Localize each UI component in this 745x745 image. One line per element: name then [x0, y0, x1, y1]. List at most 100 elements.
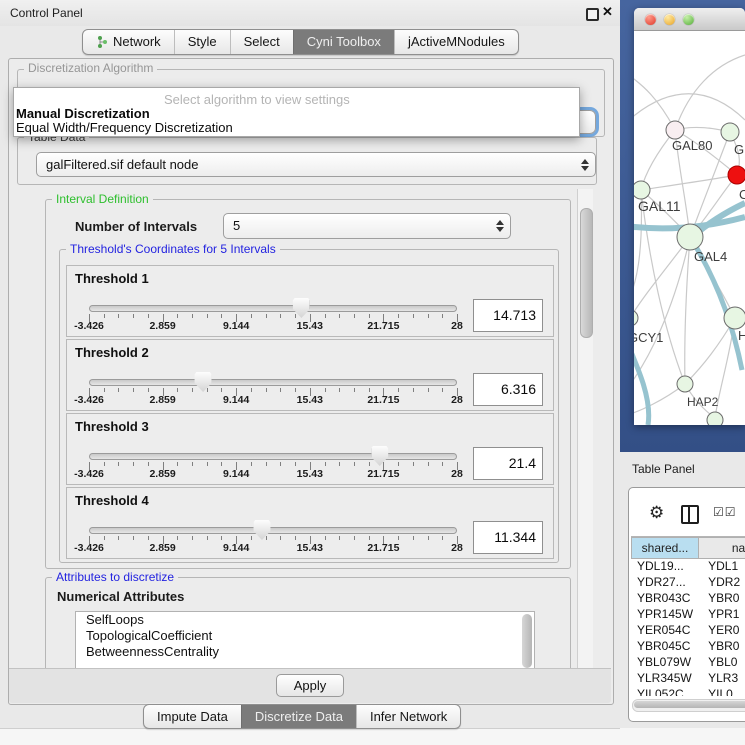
table-cell: YDL19... [631, 558, 702, 574]
threshold-label: Threshold 2 [75, 345, 149, 360]
hscrollbar-thumb[interactable] [634, 701, 745, 708]
algorithm-option[interactable]: Manual Discretization [16, 106, 150, 121]
tab-label: Infer Network [370, 705, 447, 728]
tick-mark [442, 388, 443, 392]
tab-label: jActiveMNodules [408, 30, 505, 54]
tab-infer-network[interactable]: Infer Network [356, 705, 460, 728]
table-panel-title: Table Panel [632, 462, 695, 476]
tick-mark [148, 388, 149, 392]
close-traffic-light[interactable] [645, 14, 656, 25]
table-data-group: Table Data galFiltered.sif default node [17, 137, 597, 185]
gal80-node[interactable] [666, 121, 684, 139]
threshold-value-field[interactable]: 14.713 [473, 299, 543, 332]
slider-thumb[interactable] [195, 372, 212, 392]
tab-style[interactable]: Style [174, 30, 230, 54]
table-row[interactable]: YPR145WYPR1 [631, 606, 745, 622]
numerical-attributes-label: Numerical Attributes [57, 589, 184, 604]
node-label: H [738, 328, 745, 343]
settings-scrollbar[interactable] [577, 189, 593, 669]
tab-label: Discretize Data [255, 705, 343, 728]
thresholds-group-label: Threshold's Coordinates for 5 Intervals [66, 242, 280, 256]
tab-network[interactable]: Network [83, 30, 174, 54]
threshold-value-field[interactable]: 6.316 [473, 373, 543, 406]
algorithm-option[interactable]: Equal Width/Frequency Discretization [16, 120, 233, 135]
red-node[interactable] [728, 166, 745, 184]
column-header[interactable]: shared... [631, 537, 699, 559]
gal11-node[interactable] [634, 181, 650, 199]
slider-track[interactable] [89, 379, 457, 386]
scale-label: 15.43 [297, 320, 323, 332]
attribute-item[interactable]: BetweennessCentrality [76, 644, 534, 660]
attribute-item[interactable]: SelfLoops [76, 612, 534, 628]
slider-track[interactable] [89, 305, 457, 312]
tick-mark [325, 536, 326, 540]
numerical-attributes-list[interactable]: SelfLoopsTopologicalCoefficientBetweenne… [75, 611, 535, 669]
table-row[interactable]: YDL19...YDL1 [631, 558, 745, 574]
number-of-intervals-combobox[interactable]: 5 [223, 213, 511, 239]
slider-thumb[interactable] [253, 520, 270, 540]
threshold-slider[interactable]: -3.4262.8599.14415.4321.71528 [89, 300, 457, 334]
table-hscrollbar[interactable] [632, 699, 745, 712]
node-label: C [739, 187, 745, 202]
minimize-traffic-light[interactable] [664, 14, 675, 25]
close-icon[interactable]: ✕ [602, 4, 613, 20]
node-label: GAL4 [694, 249, 727, 264]
attributes-group-label: Attributes to discretize [52, 570, 178, 584]
scale-label: 28 [451, 468, 463, 480]
threshold-box: Threshold 3-3.4262.8599.14415.4321.71528… [66, 413, 554, 485]
table-cell: YPR145W [631, 606, 702, 622]
tick-mark [369, 536, 370, 540]
scale-label: -3.426 [74, 320, 104, 332]
slider-track[interactable] [89, 527, 457, 534]
right-mid-node[interactable] [724, 307, 745, 329]
tab-jactivemnodules[interactable]: jActiveMNodules [394, 30, 518, 54]
table-row[interactable]: YIL052CYIL0 [631, 686, 745, 696]
tick-mark [398, 388, 399, 392]
gcy1-node[interactable] [634, 310, 638, 326]
columns-icon[interactable] [681, 505, 699, 524]
threshold-slider[interactable]: -3.4262.8599.14415.4321.71528 [89, 522, 457, 556]
tick-mark [177, 314, 178, 318]
threshold-slider[interactable]: -3.4262.8599.14415.4321.71528 [89, 374, 457, 408]
threshold-value-field[interactable]: 11.344 [473, 521, 543, 554]
threshold-slider[interactable]: -3.4262.8599.14415.4321.71528 [89, 448, 457, 482]
gear-icon[interactable]: ⚙ [649, 503, 664, 523]
slider-track[interactable] [89, 453, 457, 460]
tab-impute-data[interactable]: Impute Data [144, 705, 241, 728]
scale-label: 2.859 [149, 394, 175, 406]
table-row[interactable]: YBR043CYBR0 [631, 590, 745, 606]
table-header: shared...na [631, 536, 745, 559]
bottom-node[interactable] [707, 412, 723, 425]
tick-mark [354, 388, 355, 392]
hap2-node[interactable] [677, 376, 693, 392]
table-row[interactable]: YBL079WYBL0 [631, 654, 745, 670]
threshold-box: Threshold 4-3.4262.8599.14415.4321.71528… [66, 487, 554, 559]
slider-thumb[interactable] [371, 446, 388, 466]
float-window-icon[interactable] [586, 8, 599, 21]
gal4-node[interactable] [677, 224, 703, 250]
list-scrollbar-thumb[interactable] [522, 614, 532, 668]
table-data-combobox[interactable]: galFiltered.sif default node [36, 152, 596, 177]
tab-cyni-toolbox[interactable]: Cyni Toolbox [293, 30, 394, 54]
table-row[interactable]: YBR045CYBR0 [631, 638, 745, 654]
apply-strip: Apply [9, 668, 611, 703]
tab-discretize-data[interactable]: Discretize Data [241, 705, 356, 728]
checkboxes-icon[interactable]: ☑☑ [713, 505, 737, 519]
tab-select[interactable]: Select [230, 30, 293, 54]
attribute-item[interactable]: TopologicalCoefficient [76, 628, 534, 644]
threshold-value-field[interactable]: 21.4 [473, 447, 543, 480]
zoom-traffic-light[interactable] [683, 14, 694, 25]
column-header[interactable]: na [699, 537, 745, 559]
table-row[interactable]: YER054CYER0 [631, 622, 745, 638]
apply-button[interactable]: Apply [276, 674, 344, 697]
scrollbar-thumb[interactable] [580, 208, 593, 338]
tick-mark [133, 388, 134, 392]
tick-mark [251, 388, 252, 392]
top-right-node[interactable] [721, 123, 739, 141]
node-label: GAL11 [638, 198, 681, 214]
network-canvas[interactable]: GAL80GCGAL11GAL4GCY1HHAP2 [634, 30, 745, 425]
control-panel: Control Panel ✕ NetworkStyleSelectCyni T… [0, 0, 620, 729]
table-row[interactable]: YLR345WYLR3 [631, 670, 745, 686]
table-row[interactable]: YDR27...YDR2 [631, 574, 745, 590]
tick-mark [428, 388, 429, 392]
